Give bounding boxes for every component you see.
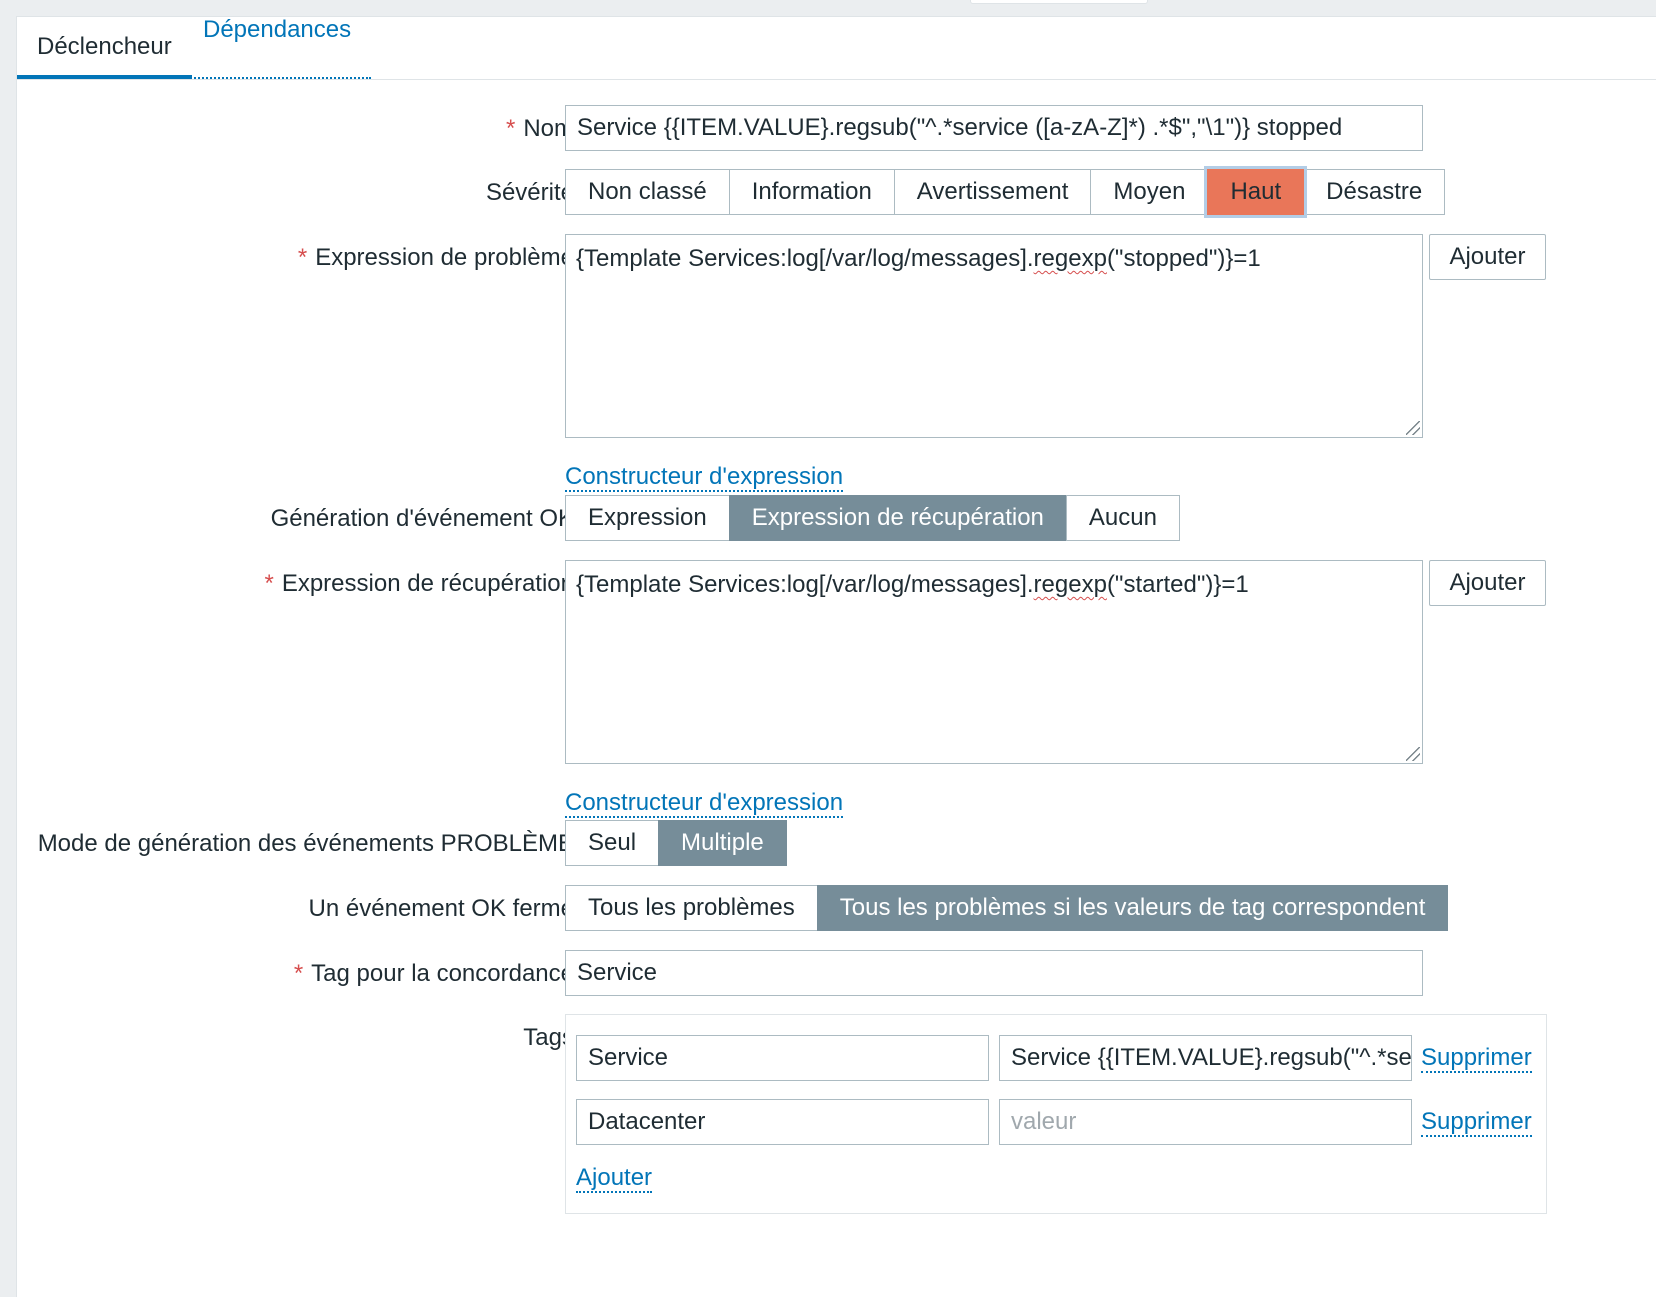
tag-add-link[interactable]: Ajouter — [576, 1165, 653, 1193]
problem-mode-option-seul[interactable]: Seul — [565, 820, 660, 866]
severity-option-haut[interactable]: Haut — [1207, 169, 1305, 215]
severity-selector: Non classé Information Avertissement Moy… — [565, 169, 1446, 215]
severity-label: Sévérité — [485, 179, 574, 206]
required-marker: * — [264, 570, 274, 597]
required-marker: * — [297, 244, 308, 271]
tag-remove-link[interactable]: Supprimer — [1421, 1045, 1532, 1073]
ok-event-option-aucun[interactable]: Aucun — [1065, 495, 1180, 541]
severity-option-information[interactable]: Information — [728, 169, 895, 215]
name-label: * Nom — [506, 115, 574, 143]
tab-declencheur[interactable]: Déclencheur — [17, 17, 192, 79]
recovery-expression-label-text: Expression de récupération — [281, 570, 574, 597]
problem-expression-text-pre: {Template Services:log[/var/log/messages… — [576, 245, 1034, 272]
tag-remove-link[interactable]: Supprimer — [1421, 1109, 1532, 1137]
tag-name-input[interactable]: Datacenter — [576, 1099, 989, 1145]
required-marker: * — [505, 115, 516, 142]
ok-event-option-expression[interactable]: Expression — [565, 495, 730, 541]
recovery-expression-label: * Expression de récupération — [264, 570, 574, 598]
required-marker: * — [293, 960, 304, 987]
name-input[interactable]: Service {{ITEM.VALUE}.regsub("^.*service… — [565, 105, 1423, 151]
ok-event-closes-selector: Tous les problèmes Tous les problèmes si… — [565, 885, 1449, 931]
match-tag-input[interactable]: Service — [565, 950, 1423, 996]
ok-closes-option-tag-match[interactable]: Tous les problèmes si les valeurs de tag… — [816, 885, 1449, 931]
top-strip — [0, 0, 1656, 16]
severity-option-non-classe[interactable]: Non classé — [565, 169, 730, 215]
recovery-expression-text-fn: regexp — [1033, 571, 1107, 598]
problem-expression-builder-link[interactable]: Constructeur d'expression — [565, 464, 844, 492]
problem-mode-option-multiple[interactable]: Multiple — [658, 820, 787, 866]
problem-event-mode-label: Mode de génération des événements PROBLÈ… — [37, 830, 574, 857]
ok-closes-option-all[interactable]: Tous les problèmes — [565, 885, 818, 931]
recovery-expression-text-post: ("started")}=1 — [1106, 571, 1249, 598]
recovery-expression-builder-link[interactable]: Constructeur d'expression — [565, 790, 844, 818]
recovery-expression-text-pre: {Template Services:log[/var/log/messages… — [576, 571, 1034, 598]
recovery-expression-textarea[interactable]: {Template Services:log[/var/log/messages… — [565, 560, 1423, 764]
problem-expression-textarea[interactable]: {Template Services:log[/var/log/messages… — [565, 234, 1423, 438]
match-tag-label: * Tag pour la concordance — [294, 960, 574, 988]
problem-expression-text-fn: regexp — [1033, 245, 1107, 272]
ok-event-generation-selector: Expression Expression de récupération Au… — [565, 495, 1180, 541]
severity-option-avertissement[interactable]: Avertissement — [893, 169, 1092, 215]
tag-value-input[interactable]: Service {{ITEM.VALUE}.regsub("^.*ser — [999, 1035, 1412, 1081]
ok-event-closes-label: Un événement OK ferme — [308, 895, 574, 922]
recovery-expression-add-button[interactable]: Ajouter — [1429, 560, 1546, 606]
match-tag-label-text: Tag pour la concordance — [311, 960, 574, 987]
problem-expression-add-button[interactable]: Ajouter — [1429, 234, 1546, 280]
resize-handle-icon[interactable] — [1406, 421, 1420, 435]
tags-table: Service Service {{ITEM.VALUE}.regsub("^.… — [565, 1014, 1547, 1214]
trigger-form-panel: Déclencheur Dépendances * Nom Service {{I… — [16, 16, 1656, 1297]
ok-event-option-recovery-expression[interactable]: Expression de récupération — [728, 495, 1067, 541]
resize-handle-icon[interactable] — [1406, 747, 1420, 761]
severity-option-desastre[interactable]: Désastre — [1303, 169, 1446, 215]
top-notch — [970, 0, 1148, 4]
problem-expression-label: * Expression de problème — [298, 244, 574, 272]
tab-dependances[interactable]: Dépendances — [183, 17, 372, 79]
problem-expression-label-text: Expression de problème — [315, 244, 574, 271]
problem-event-mode-selector: Seul Multiple — [565, 820, 787, 866]
problem-expression-text-post: ("stopped")}=1 — [1106, 245, 1261, 272]
ok-event-generation-label: Génération d'événement OK — [270, 505, 574, 532]
severity-option-moyen[interactable]: Moyen — [1090, 169, 1209, 215]
tag-name-input[interactable]: Service — [576, 1035, 989, 1081]
tab-bar: Déclencheur Dépendances — [17, 17, 1656, 80]
tag-value-input[interactable]: valeur — [999, 1099, 1412, 1145]
